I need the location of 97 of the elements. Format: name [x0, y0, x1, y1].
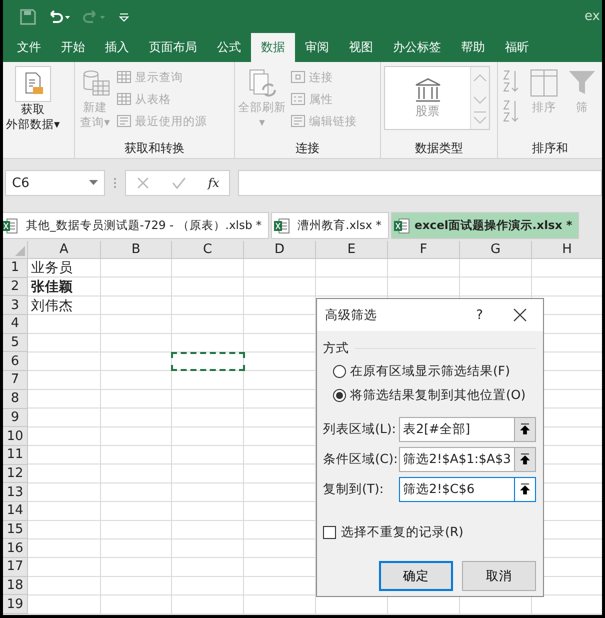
dropdown-icon[interactable]	[89, 180, 98, 186]
radio-option[interactable]: 将筛选结果复制到其他位置(O)	[323, 383, 536, 407]
ribbon-tab[interactable]: 页面布局	[139, 33, 207, 62]
close-icon[interactable]	[513, 308, 527, 322]
file-tab[interactable]: excel面试题操作演示.xlsx *	[390, 212, 580, 239]
group-label: 排序和	[531, 140, 569, 156]
spreadsheet-icon	[274, 218, 290, 234]
column-header[interactable]: E	[316, 241, 388, 259]
row-header[interactable]: 10	[3, 427, 28, 446]
table-icon	[116, 91, 132, 107]
section-label: 方式	[323, 340, 349, 356]
button-label-line: 全部刷新	[238, 100, 286, 115]
dialog-button[interactable]: 取消	[462, 561, 536, 591]
row-header[interactable]: 17	[3, 558, 28, 577]
row-header[interactable]: 9	[3, 408, 28, 428]
ribbon-tab[interactable]: 开始	[51, 33, 95, 62]
cell-text: 业务员	[31, 259, 73, 278]
group-label: 连接	[294, 140, 320, 156]
button-label-line: ▾	[259, 115, 265, 130]
field-label: 复制到(T):	[323, 480, 385, 498]
ribbon-tab[interactable]: 福昕	[495, 33, 539, 62]
cell-text: 刘伟杰	[31, 296, 73, 315]
column-header[interactable]: B	[101, 241, 172, 259]
column-header[interactable]: H	[532, 241, 602, 259]
formula-input[interactable]	[238, 170, 602, 196]
row-header[interactable]: 3	[3, 296, 28, 316]
save-icon[interactable]	[20, 8, 36, 24]
dialog-button[interactable]: 确定	[379, 561, 453, 591]
button-label-line: 获取	[20, 102, 45, 117]
list-icon	[290, 91, 306, 107]
ribbon-tab[interactable]: 帮助	[451, 33, 495, 62]
ribbon-tab[interactable]: 视图	[339, 33, 383, 62]
ribbon-tab[interactable]: 数据	[251, 33, 295, 62]
row-header[interactable]: 11	[3, 446, 28, 465]
ribbon-tab[interactable]: 插入	[95, 33, 139, 62]
ribbon-tab[interactable]: 文件	[7, 33, 51, 62]
row-header[interactable]: 19	[3, 595, 28, 614]
name-box[interactable]: C6	[5, 170, 105, 196]
button-label-line: 筛	[576, 100, 588, 115]
ribbon-tab[interactable]: 办公标签	[383, 33, 451, 62]
range-field[interactable]: 表2[#全部]	[399, 416, 536, 442]
row-header[interactable]: 18	[3, 576, 28, 596]
group-label: 获取和转换	[124, 140, 186, 156]
checkbox-option[interactable]: 选择不重复的记录(R)	[323, 524, 536, 541]
field-label: 列表区域(L):	[323, 420, 397, 438]
row-header[interactable]: 4	[3, 315, 28, 334]
group-label: 数据类型	[414, 140, 464, 156]
field-label: 条件区域(C):	[323, 450, 399, 468]
insert-function-button[interactable]: fx	[208, 176, 220, 190]
dialog-title: 高级筛选	[325, 306, 378, 324]
row-header[interactable]: 8	[3, 390, 28, 408]
database-icon	[14, 66, 51, 102]
row-header[interactable]: 6	[3, 352, 28, 372]
radio-button[interactable]	[333, 388, 346, 402]
row-header[interactable]: 2	[3, 278, 28, 296]
corner-triangle-icon	[15, 246, 25, 256]
row-header[interactable]: 14	[3, 502, 28, 521]
ribbon-button[interactable]: 获取 外部数据▾	[6, 66, 60, 132]
row-header[interactable]: 15	[3, 520, 28, 540]
button-label-line: 新建	[83, 100, 107, 115]
row-header[interactable]: 5	[3, 334, 28, 352]
grip-icon[interactable]	[113, 176, 117, 190]
help-button[interactable]: ?	[476, 308, 483, 322]
table-icon	[116, 69, 132, 85]
ribbon-tab[interactable]: 审阅	[295, 33, 339, 62]
checkbox[interactable]	[323, 526, 336, 539]
range-field[interactable]: 筛选2!$C$6	[399, 476, 536, 502]
button-label-line: 外部数据▾	[6, 117, 60, 132]
button-label-line: 查询▾	[80, 115, 110, 130]
file-tab[interactable]: 漕州教育.xlsx *	[270, 212, 389, 239]
collapse-icon[interactable]	[519, 453, 531, 465]
row-header[interactable]: 13	[3, 483, 28, 502]
collapse-icon[interactable]	[519, 483, 531, 495]
spreadsheet-icon	[394, 218, 410, 234]
spreadsheet-icon	[3, 218, 18, 234]
window-title: ex	[584, 9, 601, 24]
range-field[interactable]: 筛选2!$A$1:$A$3	[399, 446, 536, 472]
file-tab[interactable]: 其他_数据专员测试题-729 - （原表）.xlsb *	[3, 212, 269, 239]
cell-text: 张佳颖	[31, 278, 73, 296]
column-header[interactable]: C	[172, 241, 244, 259]
customize-icon[interactable]	[118, 10, 130, 22]
column-header[interactable]: D	[244, 241, 316, 259]
document-icon	[116, 113, 132, 129]
button-label-line: 排序	[532, 100, 556, 115]
collapse-icon[interactable]	[519, 423, 531, 435]
radio-option[interactable]: 在原有区域显示筛选结果(F)	[323, 359, 536, 383]
column-header[interactable]: G	[460, 241, 532, 259]
ribbon-tab[interactable]: 公式	[207, 33, 251, 62]
row-header[interactable]: 12	[3, 464, 28, 484]
radio-button[interactable]	[333, 364, 346, 378]
column-header[interactable]: F	[388, 241, 460, 259]
row-header[interactable]: 16	[3, 539, 28, 558]
document-icon	[290, 113, 306, 129]
row-header[interactable]: 7	[3, 371, 28, 390]
row-header[interactable]: 1	[3, 259, 28, 278]
window-icon	[290, 69, 306, 85]
column-header[interactable]: A	[28, 241, 101, 259]
